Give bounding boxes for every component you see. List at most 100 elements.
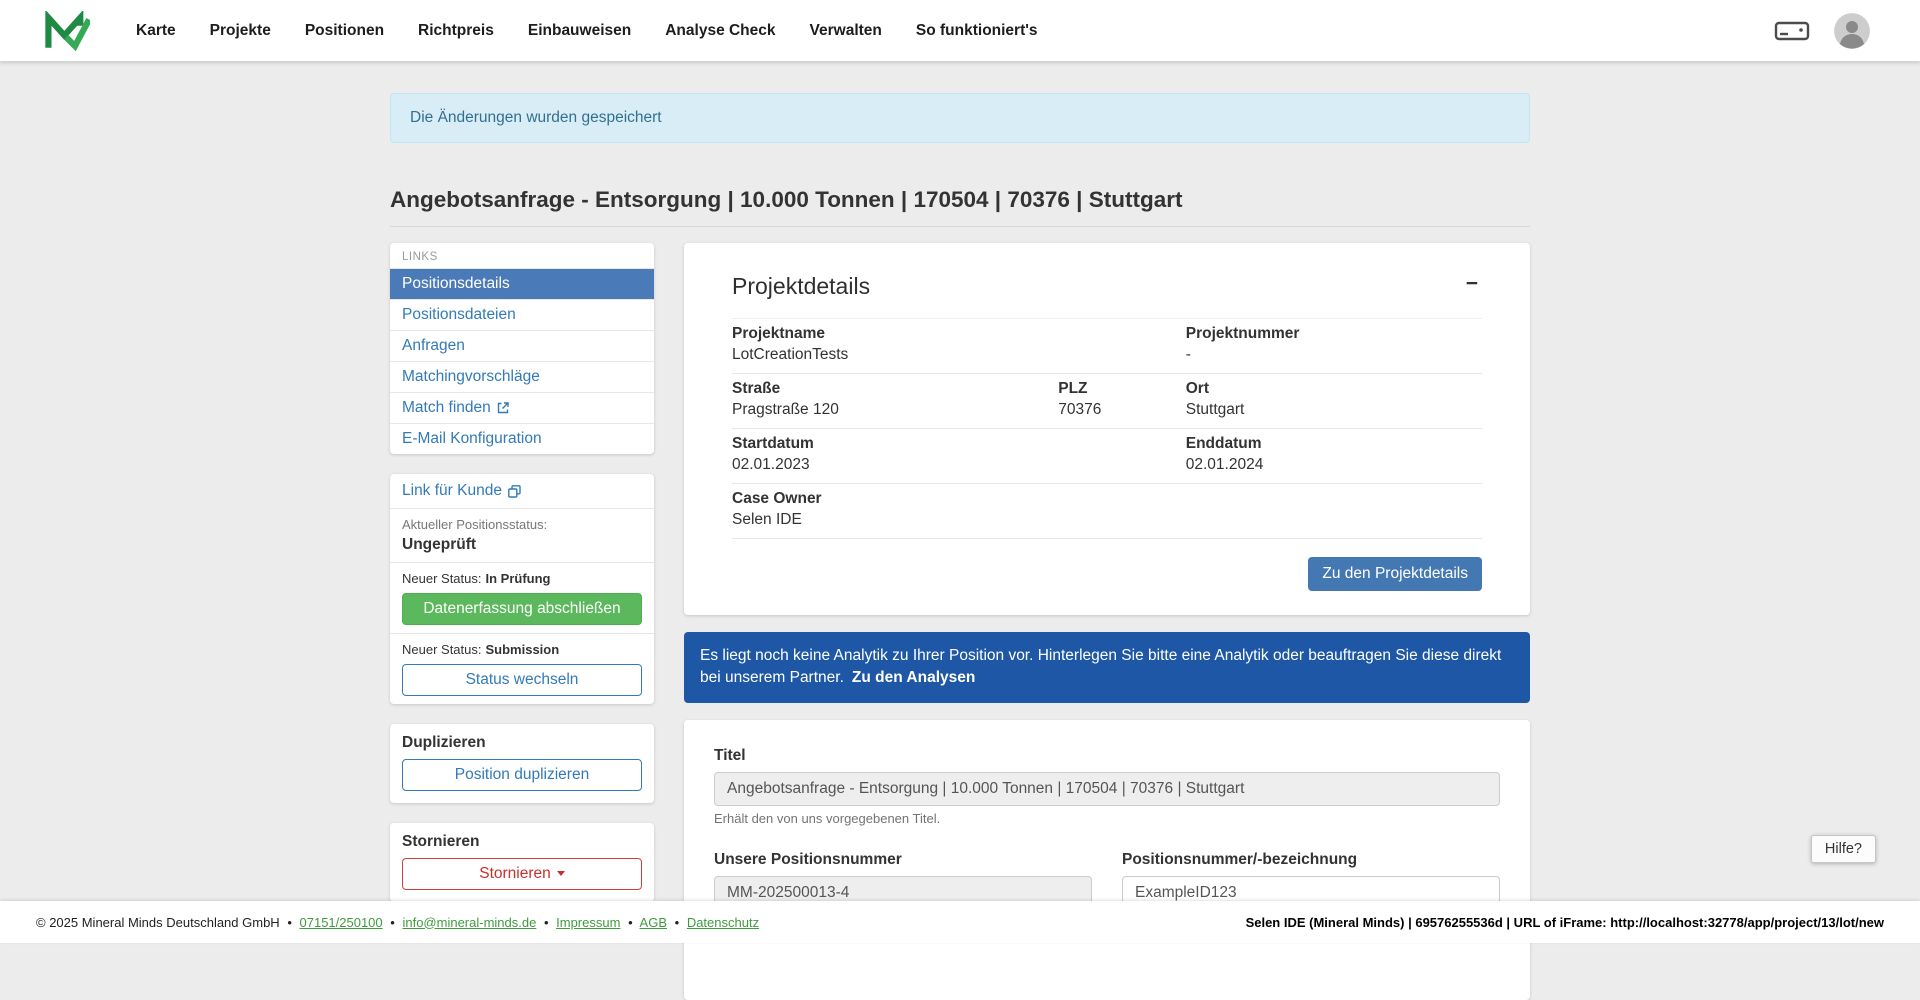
field-projektnummer: Projektnummer - — [1186, 325, 1482, 364]
footer-separator: • — [287, 915, 292, 930]
next-status-value: In Prüfung — [486, 571, 551, 586]
next-status-line: Neuer Status:In Prüfung — [402, 571, 642, 586]
collapse-minus-icon[interactable]: − — [1462, 273, 1482, 294]
hdd-icon[interactable] — [1774, 18, 1810, 44]
success-alert: Die Änderungen wurden gespeichert — [390, 93, 1530, 143]
main-navigation: Karte Projekte Positionen Richtpreis Ein… — [136, 22, 1038, 40]
help-button[interactable]: Hilfe? — [1811, 835, 1876, 863]
mineral-minds-logo[interactable] — [44, 11, 90, 51]
table-row: Straße Pragstraße 120 PLZ 70376 Ort Stut… — [732, 374, 1482, 429]
page-body: Die Änderungen wurden gespeichert Angebo… — [0, 0, 1920, 1000]
navbar-right — [1774, 13, 1870, 49]
footer-user: Selen IDE (Mineral Minds) — [1246, 915, 1405, 930]
nav-item-projekte[interactable]: Projekte — [210, 22, 271, 40]
footer-separator: • — [628, 915, 633, 930]
sidebar-item-label: E-Mail Konfiguration — [402, 430, 542, 448]
sidebar-item-email-konfiguration[interactable]: E-Mail Konfiguration — [390, 423, 654, 454]
next-status-line: Neuer Status: Submission — [402, 642, 642, 657]
sidebar-item-anfragen[interactable]: Anfragen — [390, 330, 654, 361]
analytics-banner: Es liegt noch keine Analytik zu Ihrer Po… — [684, 632, 1530, 703]
titel-group: Titel Erhält den von uns vorgegebenen Ti… — [714, 747, 1500, 826]
status-wechseln-button[interactable]: Status wechseln — [402, 664, 642, 696]
field-strasse: Straße Pragstraße 120 — [732, 380, 1058, 419]
person-icon — [1834, 13, 1870, 49]
sidebar-item-positionsdetails[interactable]: Positionsdetails — [390, 268, 654, 299]
analytics-banner-text: Es liegt noch keine Analytik zu Ihrer Po… — [700, 647, 1501, 686]
titel-label: Titel — [714, 747, 1500, 765]
nav-item-positionen[interactable]: Positionen — [305, 22, 384, 40]
footer-agb-link[interactable]: AGB — [640, 915, 667, 930]
links-header: LINKS — [390, 243, 654, 268]
table-row: Projektname LotCreationTests Projektnumm… — [732, 319, 1482, 374]
current-status-label: Aktueller Positionsstatus: — [402, 517, 642, 532]
duplicate-card: Duplizieren Position duplizieren — [390, 724, 654, 803]
position-duplizieren-button[interactable]: Position duplizieren — [402, 759, 642, 791]
footer-datenschutz-link[interactable]: Datenschutz — [687, 915, 759, 930]
titel-help: Erhält den von uns vorgegebenen Titel. — [714, 811, 1500, 826]
project-details-card: Projektdetails − Projektname LotCreation… — [684, 243, 1530, 615]
sidebar-item-label: Matchingvorschläge — [402, 368, 540, 386]
main-content: Projektdetails − Projektname LotCreation… — [684, 243, 1530, 1000]
field-ort: Ort Stuttgart — [1186, 380, 1482, 419]
user-avatar[interactable] — [1834, 13, 1870, 49]
footer-separator: • — [390, 915, 395, 930]
cancel-card-title: Stornieren — [402, 833, 642, 851]
top-navbar: Karte Projekte Positionen Richtpreis Ein… — [0, 0, 1920, 61]
logo-icon — [44, 11, 90, 51]
caret-down-icon — [557, 871, 565, 876]
titel-input[interactable] — [714, 772, 1500, 806]
footer-session-details: | 69576255536d | URL of iFrame: http://l… — [1404, 915, 1884, 930]
sidebar-item-label: Match finden — [402, 399, 491, 417]
footer-separator: • — [544, 915, 549, 930]
sidebar-item-label: Positionsdateien — [402, 306, 516, 324]
zu-den-projektdetails-button[interactable]: Zu den Projektdetails — [1308, 557, 1482, 591]
customer-link-label: Link für Kunde — [402, 482, 502, 500]
customer-link[interactable]: Link für Kunde — [402, 482, 521, 500]
project-details-table: Projektname LotCreationTests Projektnumm… — [732, 318, 1482, 539]
nav-item-einbauweisen[interactable]: Einbauweisen — [528, 22, 631, 40]
next-status-label: Neuer Status: — [402, 642, 482, 657]
field-case-owner: Case Owner Selen IDE — [732, 490, 1058, 529]
footer-impressum-link[interactable]: Impressum — [556, 915, 620, 930]
sidebar-item-matchingvorschlaege[interactable]: Matchingvorschläge — [390, 361, 654, 392]
nav-item-so-funktionierts[interactable]: So funktioniert's — [916, 22, 1038, 40]
footer: © 2025 Mineral Minds Deutschland GmbH • … — [0, 901, 1920, 943]
stornieren-button-label: Stornieren — [479, 865, 551, 882]
sidebar: LINKS Positionsdetails Positionsdateien … — [390, 243, 654, 922]
nav-item-verwalten[interactable]: Verwalten — [810, 22, 882, 40]
field-projektname: Projektname LotCreationTests — [732, 325, 1058, 364]
current-status-value: Ungeprüft — [402, 536, 642, 554]
field-plz: PLZ 70376 — [1058, 380, 1186, 419]
next-status-value: Submission — [486, 642, 560, 657]
externe-positionsnummer-label: Positionsnummer/-bezeichnung — [1122, 851, 1500, 869]
sidebar-item-match-finden[interactable]: Match finden — [390, 392, 654, 423]
zu-den-analysen-link[interactable]: Zu den Analysen — [852, 669, 975, 686]
footer-separator: • — [675, 915, 680, 930]
datenerfassung-abschliessen-button[interactable]: Datenerfassung abschließen — [402, 593, 642, 625]
table-row: Case Owner Selen IDE — [732, 484, 1482, 539]
alert-message: Die Änderungen wurden gespeichert — [410, 109, 662, 126]
cancel-card: Stornieren Stornieren — [390, 823, 654, 902]
position-form-card: Titel Erhält den von uns vorgegebenen Ti… — [684, 720, 1530, 1000]
page-title: Angebotsanfrage - Entsorgung | 10.000 To… — [390, 187, 1530, 227]
external-link-icon — [497, 402, 509, 414]
nav-item-karte[interactable]: Karte — [136, 22, 176, 40]
sidebar-item-label: Positionsdetails — [402, 275, 510, 293]
table-row: Startdatum 02.01.2023 Enddatum 02.01.202… — [732, 429, 1482, 484]
footer-session-info: Selen IDE (Mineral Minds) | 69576255536d… — [1246, 915, 1884, 930]
positionsnummer-label: Unsere Positionsnummer — [714, 851, 1092, 869]
copy-icon — [508, 485, 521, 498]
sidebar-item-positionsdateien[interactable]: Positionsdateien — [390, 299, 654, 330]
project-details-title: Projektdetails — [732, 273, 870, 300]
stornieren-dropdown-button[interactable]: Stornieren — [402, 858, 642, 890]
nav-item-analyse-check[interactable]: Analyse Check — [665, 22, 775, 40]
nav-item-richtpreis[interactable]: Richtpreis — [418, 22, 494, 40]
footer-left: © 2025 Mineral Minds Deutschland GmbH • … — [36, 915, 759, 930]
duplicate-card-title: Duplizieren — [402, 734, 642, 752]
copyright-text: © 2025 Mineral Minds Deutschland GmbH — [36, 915, 280, 930]
footer-phone-link[interactable]: 07151/250100 — [300, 915, 383, 930]
sidebar-item-label: Anfragen — [402, 337, 465, 355]
footer-email-link[interactable]: info@mineral-minds.de — [402, 915, 536, 930]
field-enddatum: Enddatum 02.01.2024 — [1186, 435, 1482, 474]
links-card: LINKS Positionsdetails Positionsdateien … — [390, 243, 654, 454]
